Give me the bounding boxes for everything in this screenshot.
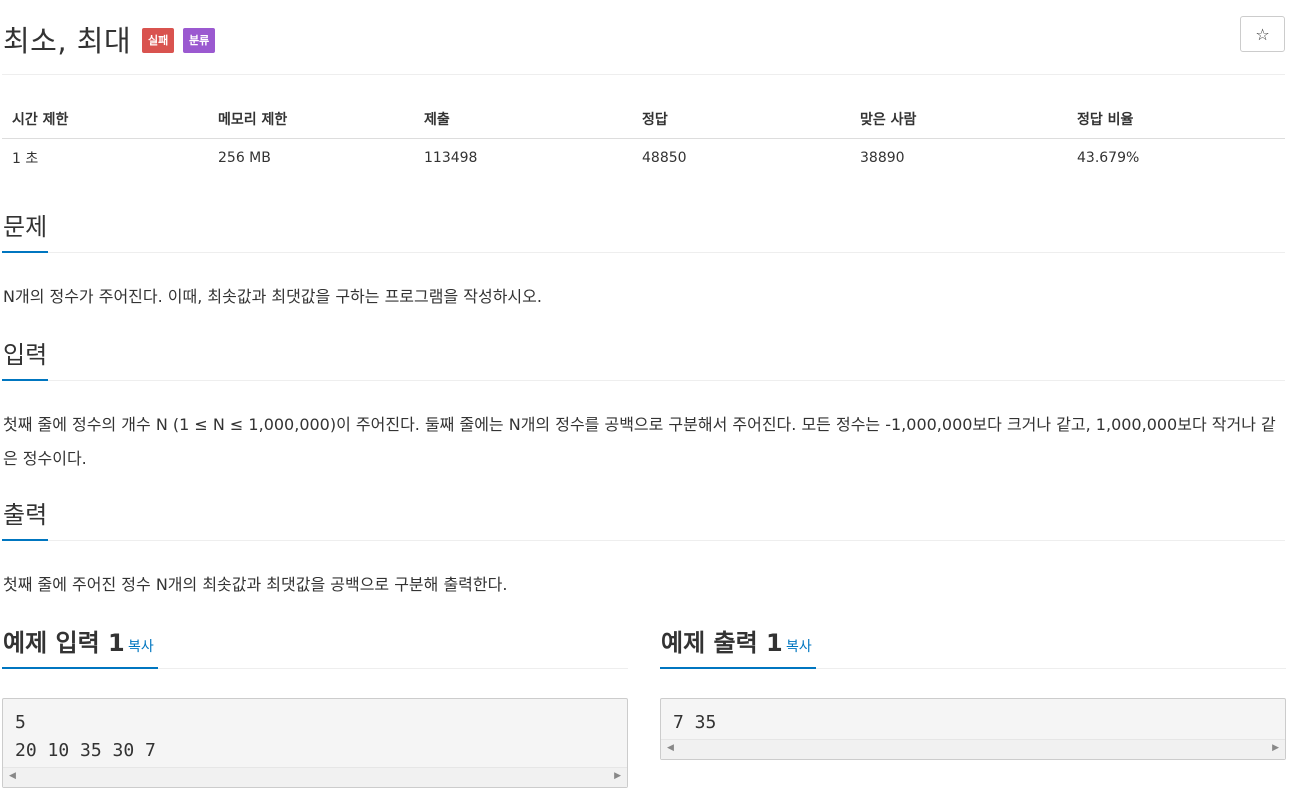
sample-output-title: 예제 출력 1 [661,629,783,657]
scroll-right-icon[interactable]: ▶ [1272,743,1279,753]
value-solved-users[interactable]: 38890 [850,138,1067,178]
section-description-title: 문제 [3,213,48,241]
sample-input-panel: 예제 입력 1 복사 5 20 10 35 30 7 ◀ ▶ [2,624,628,788]
header-solved-users: 맞은 사람 [850,100,1067,139]
section-input-header: 입력 [2,341,1285,381]
sample-input-content: 5 20 10 35 30 7 [15,712,156,761]
horizontal-scrollbar[interactable]: ◀ ▶ [3,767,627,787]
problem-page: 최소, 최대 실패 분류 ☆ 시간 제한 메모리 제한 제출 정답 맞은 사람 … [2,0,1286,801]
sample-input-title: 예제 입력 1 [3,629,125,657]
sample-output-header: 예제 출력 1 복사 [660,624,1286,669]
section-input: 입력 [2,341,1285,381]
value-accept-ratio: 43.679% [1077,150,1140,167]
info-header-row: 시간 제한 메모리 제한 제출 정답 맞은 사람 정답 비율 [2,100,1285,139]
sample-input-box[interactable]: 5 20 10 35 30 7 ◀ ▶ [2,698,628,788]
result-badge-fail[interactable]: 실패 [142,28,175,53]
sample-output-content: 7 35 [673,712,717,733]
section-underline [2,539,48,541]
category-badge[interactable]: 분류 [183,28,216,53]
info-value-row: 1 초 256 MB 113498 48850 38890 43.679% [2,138,1285,178]
scroll-left-icon[interactable]: ◀ [667,743,674,753]
sample-underline [660,667,816,669]
input-text: 첫째 줄에 정수의 개수 N (1 ≤ N ≤ 1,000,000)이 주어진다… [3,415,1276,468]
section-description: 문제 [2,213,1285,253]
value-accepted[interactable]: 48850 [632,138,850,178]
description-text: N개의 정수가 주어진다. 이때, 최솟값과 최댓값을 구하는 프로그램을 작성… [3,287,542,306]
section-underline [2,251,48,253]
sample-output-panel: 예제 출력 1 복사 7 35 ◀ ▶ [660,624,1286,760]
section-underline [2,379,48,381]
header-memory-limit: 메모리 제한 [208,100,414,139]
favorite-button[interactable]: ☆ [1240,16,1285,52]
sample-output-box[interactable]: 7 35 ◀ ▶ [660,698,1286,760]
scroll-right-icon[interactable]: ▶ [614,771,621,781]
section-output-title: 출력 [3,501,48,529]
copy-sample-output-link[interactable]: 복사 [786,636,812,656]
header-accepted: 정답 [632,100,850,139]
title-divider [2,74,1285,75]
output-text: 첫째 줄에 주어진 정수 N개의 최솟값과 최댓값을 공백으로 구분해 출력한다… [3,575,508,594]
horizontal-scrollbar[interactable]: ◀ ▶ [661,739,1285,759]
value-submissions[interactable]: 113498 [414,138,632,178]
value-memory-limit: 256 MB [218,150,271,167]
title-row: 최소, 최대 실패 분류 ☆ [2,14,1285,58]
header-submissions: 제출 [414,100,632,139]
copy-sample-input-link[interactable]: 복사 [128,636,154,656]
section-output: 출력 [2,501,1285,541]
section-input-title: 입력 [3,341,48,369]
header-time-limit: 시간 제한 [2,100,208,139]
header-accept-ratio: 정답 비율 [1067,100,1285,139]
section-description-header: 문제 [2,213,1285,253]
star-icon: ☆ [1255,24,1270,44]
sample-underline [2,667,158,669]
value-time-limit: 1 초 [12,151,39,168]
problem-info-table: 시간 제한 메모리 제한 제출 정답 맞은 사람 정답 비율 1 초 256 M… [2,100,1285,178]
section-output-header: 출력 [2,501,1285,541]
sample-input-header: 예제 입력 1 복사 [2,624,628,669]
page-title: 최소, 최대 [3,24,132,58]
scroll-left-icon[interactable]: ◀ [9,771,16,781]
